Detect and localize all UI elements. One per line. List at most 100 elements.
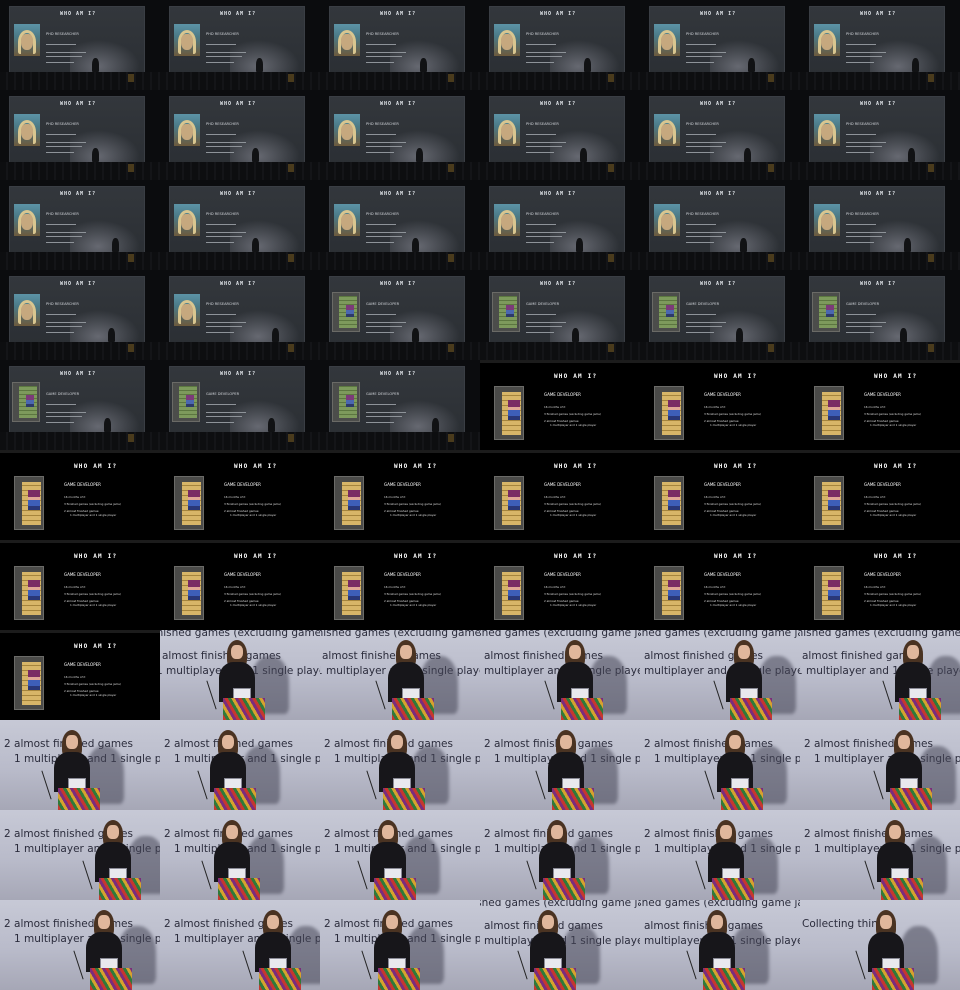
speaker-silhouette xyxy=(740,238,747,252)
slide-subtitle: GAME DEVELOPER xyxy=(46,392,80,396)
video-frame: 2 almost finished games1 multiplayer and… xyxy=(320,810,480,900)
video-frame: WHO AM I? PHD RESEARCHER xyxy=(160,180,320,270)
slide-bullet: 3 finished games (excluding game jams) xyxy=(704,412,761,416)
microphone-stand xyxy=(873,770,884,800)
slide-caption: finished games (excluding game jams) xyxy=(640,900,800,909)
game-art-image xyxy=(812,292,840,332)
pixel-character xyxy=(668,580,680,600)
slide-text-line xyxy=(206,422,234,423)
slide-text-line xyxy=(206,412,246,413)
slide-text-line xyxy=(46,152,74,153)
video-frame: 2 almost finished games1 multiplayer and… xyxy=(480,810,640,900)
slide-text-line xyxy=(686,146,722,147)
speaker-silhouette xyxy=(432,418,439,432)
slide-subtitle: PHD RESEARCHER xyxy=(206,302,239,306)
lectern xyxy=(543,878,585,900)
speaker-silhouette xyxy=(412,238,419,252)
lectern xyxy=(58,788,100,810)
microphone-stand xyxy=(882,680,893,710)
slide-subtitle: PHD RESEARCHER xyxy=(46,32,79,36)
portrait-face xyxy=(661,124,673,140)
speaker-silhouette xyxy=(572,328,579,342)
speaker-face xyxy=(267,915,279,929)
audience-seats xyxy=(800,342,960,360)
pixel-character xyxy=(668,400,680,420)
pixel-character xyxy=(508,580,520,600)
slide-text-line xyxy=(366,412,406,413)
slide-text-line xyxy=(366,134,396,135)
portrait-image xyxy=(814,204,840,236)
lectern xyxy=(552,788,594,810)
slide-bullet: 1 multiplayer and 1 single player xyxy=(710,513,757,517)
slide-text-line xyxy=(526,326,562,327)
pixel-character xyxy=(508,490,520,510)
audience-seats xyxy=(160,252,320,270)
slide-subtitle: PHD RESEARCHER xyxy=(686,122,719,126)
slide-text-line xyxy=(526,322,566,323)
lectern xyxy=(383,788,425,810)
video-frame: 2 almost finished games1 multiplayer and… xyxy=(160,900,320,990)
slide-text-line xyxy=(206,242,234,243)
slide-bullet: 16 months of it xyxy=(64,585,86,589)
slide-text-line xyxy=(366,322,406,323)
frame-header-bar xyxy=(800,360,960,363)
slide-text-line xyxy=(366,404,396,405)
slide-title: WHO AM I? xyxy=(74,553,118,560)
game-art-image xyxy=(654,566,684,620)
slide-title: WHO AM I? xyxy=(220,281,257,287)
portrait-face xyxy=(821,214,833,230)
pixel-character xyxy=(28,580,40,600)
stage-lamp xyxy=(288,74,294,82)
audience-seats xyxy=(0,162,160,180)
video-frame: WHO AM I? PHD RESEARCHER xyxy=(800,90,960,180)
slide-subtitle: GAME DEVELOPER xyxy=(846,302,880,306)
slide-text-line xyxy=(846,44,876,45)
slide-subtitle: GAME DEVELOPER xyxy=(704,572,741,577)
speaker-silhouette xyxy=(112,238,119,252)
slide-text-line xyxy=(46,412,86,413)
speaker-silhouette xyxy=(420,58,427,72)
microphone-stand xyxy=(206,680,217,710)
audience-seats xyxy=(480,252,640,270)
speaker-silhouette xyxy=(904,238,911,252)
slide-title: WHO AM I? xyxy=(700,11,737,17)
slide-caption: finished games (excluding game jams) xyxy=(480,900,640,909)
video-frame: WHO AM I? PHD RESEARCHER xyxy=(640,0,800,90)
slide-bullet: 16 months of it xyxy=(704,585,726,589)
slide-title: WHO AM I? xyxy=(540,191,577,197)
audience-seats xyxy=(0,342,160,360)
speaker-face xyxy=(222,735,234,749)
slide-bullet: 16 months of it xyxy=(864,405,886,409)
slide-title: WHO AM I? xyxy=(714,373,758,380)
microphone-stand xyxy=(197,770,208,800)
slide-text-line xyxy=(686,56,722,57)
slide-text-line xyxy=(686,142,726,143)
slide-text-line xyxy=(206,62,234,63)
slide-text-line xyxy=(206,224,236,225)
speaker-face xyxy=(391,735,403,749)
slide-text-line xyxy=(206,134,236,135)
slide-subtitle: PHD RESEARCHER xyxy=(526,212,559,216)
video-frame: 2 almost finished games1 multiplayer and… xyxy=(480,720,640,810)
microphone-stand xyxy=(517,950,528,980)
video-frame: WHO AM I? PHD RESEARCHER xyxy=(0,270,160,360)
speaker-silhouette xyxy=(256,58,263,72)
slide-title: WHO AM I? xyxy=(220,191,257,197)
slide-text-line xyxy=(206,142,246,143)
slide-title: WHO AM I? xyxy=(874,463,918,470)
slide-text-line xyxy=(366,152,394,153)
stage-lamp xyxy=(608,74,614,82)
portrait-face xyxy=(661,214,673,230)
slide-text-line xyxy=(846,232,886,233)
slide-subtitle: GAME DEVELOPER xyxy=(64,482,101,487)
slide-text-line xyxy=(206,44,236,45)
video-frame: Collecting things xyxy=(800,900,960,990)
slide-text-line xyxy=(206,52,246,53)
slide-title: WHO AM I? xyxy=(380,281,417,287)
slide-text-line xyxy=(686,232,726,233)
portrait-face xyxy=(181,304,193,320)
slide-title: WHO AM I? xyxy=(74,463,118,470)
audience-seats xyxy=(0,252,160,270)
video-frame: WHO AM I? GAME DEVELOPER 16 months of it 3 … xyxy=(640,540,800,630)
slide-title: WHO AM I? xyxy=(220,371,257,377)
